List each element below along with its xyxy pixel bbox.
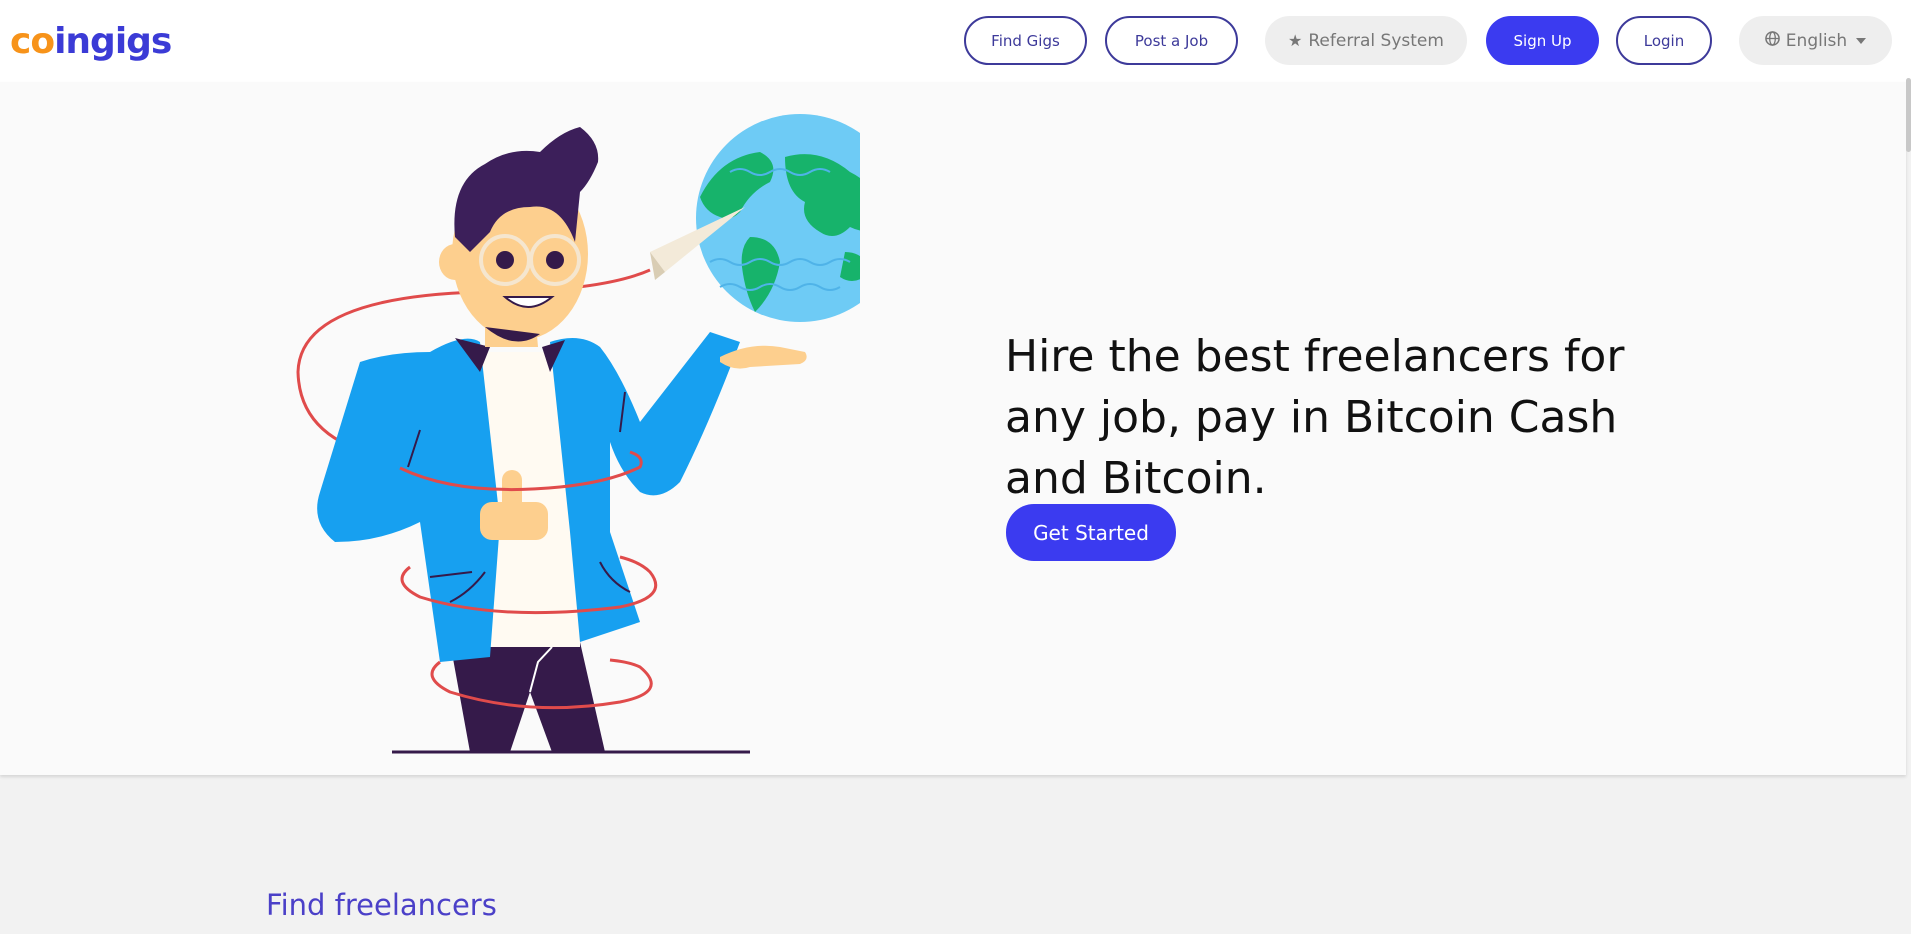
language-dropdown[interactable]: English [1739,16,1892,65]
hero-illustration [296,114,860,754]
find-gigs-label: Find Gigs [991,31,1060,50]
language-label: English [1785,30,1848,51]
star-icon: ★ [1288,31,1303,50]
caret-down-icon [1856,37,1867,44]
top-navbar: c o ingigs Find Gigs Post a Job ★ Referral… [0,0,1911,82]
globe-icon [1764,31,1780,50]
scrollbar-thumb[interactable] [1906,78,1911,152]
sign-up-button[interactable]: Sign Up [1486,16,1599,65]
login-label: Login [1643,31,1685,50]
post-job-button[interactable]: Post a Job [1105,16,1238,65]
login-button[interactable]: Login [1616,16,1712,65]
logo-text: ingigs [54,20,172,62]
get-started-label: Get Started [1033,520,1149,545]
logo-letter-o: o [30,20,55,62]
logo-letter-c: c [10,20,31,62]
hero-headline: Hire the best freelancers for any job, p… [1005,331,1625,505]
find-gigs-button[interactable]: Find Gigs [964,16,1087,65]
post-job-label: Post a Job [1134,31,1209,50]
coingigs-logo[interactable]: c o ingigs [10,17,172,65]
find-freelancers-heading: Find freelancers [266,888,497,922]
hero-section: Hire the best freelancers for any job, p… [0,82,1906,775]
sign-up-label: Sign Up [1513,31,1572,50]
globe-illustration [696,114,860,322]
referral-system-button[interactable]: ★ Referral System [1265,16,1467,65]
referral-system-label: Referral System [1308,30,1444,51]
get-started-button[interactable]: Get Started [1006,504,1176,561]
